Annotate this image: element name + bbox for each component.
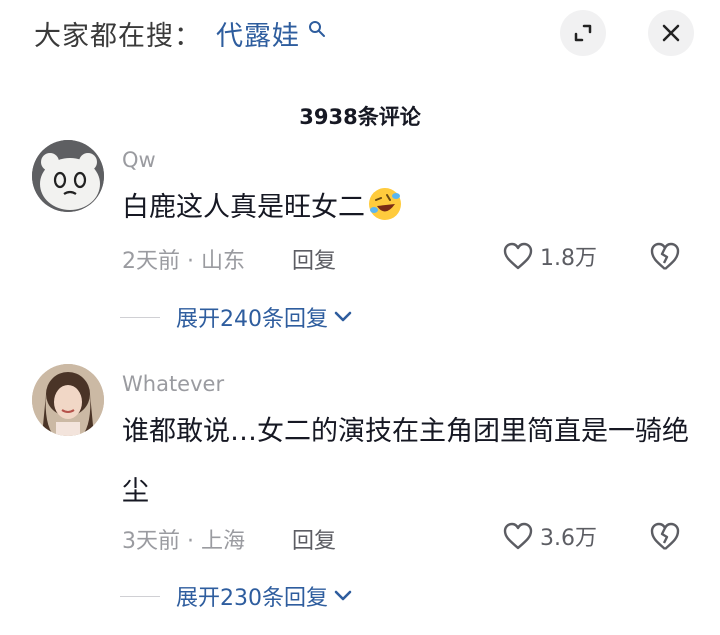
broken-heart-icon[interactable] [648, 240, 682, 272]
avatar[interactable] [32, 364, 104, 436]
divider-line [120, 595, 160, 597]
reply-button[interactable]: 回复 [292, 243, 336, 275]
expand-replies-button[interactable]: 展开230条回复 [120, 580, 352, 612]
avatar[interactable] [32, 140, 104, 212]
expand-button[interactable] [560, 10, 606, 56]
comment-username[interactable]: Whatever [122, 372, 224, 396]
comment-username[interactable]: Qw [122, 148, 156, 172]
comment-text-body: 白鹿这人真是旺女二 [122, 192, 365, 223]
expand-replies-label: 展开240条回复 [176, 307, 328, 332]
like-count: 1.8万 [540, 246, 597, 271]
comment-text: 谁都敢说…女二的演技在主角团里简直是一骑绝尘 [122, 416, 689, 507]
avatar-image [32, 364, 104, 436]
hot-search-link[interactable]: 代露娃 [216, 14, 300, 53]
expand-replies-button[interactable]: 展开240条回复 [120, 301, 352, 333]
divider-line [120, 316, 160, 318]
search-prefix-label: 大家都在搜： [34, 21, 202, 52]
top-bar: 大家都在搜： 代露娃 [0, 0, 720, 70]
expand-replies-label: 展开230条回复 [176, 586, 328, 611]
comment-meta: 2天前 · 山东 [122, 249, 245, 274]
chevron-down-icon [334, 311, 352, 322]
heart-icon [503, 522, 533, 550]
chevron-down-icon [334, 590, 352, 601]
broken-heart-icon[interactable] [648, 520, 682, 552]
heart-icon [503, 242, 533, 270]
search-icon[interactable] [308, 20, 326, 38]
comment-count-title: 3938条评论 [299, 105, 421, 129]
close-icon [662, 24, 680, 42]
rolling-laughing-emoji-icon [369, 188, 401, 220]
like-button[interactable]: 1.8万 [502, 240, 597, 272]
like-button[interactable]: 3.6万 [502, 520, 597, 552]
avatar-image [32, 140, 104, 212]
expand-icon [574, 24, 592, 42]
like-count: 3.6万 [540, 526, 597, 551]
comment-meta: 3天前 · 上海 [122, 529, 245, 554]
reply-button[interactable]: 回复 [292, 523, 336, 555]
close-button[interactable] [648, 10, 694, 56]
comment-text: 白鹿这人真是旺女二 [122, 178, 692, 238]
